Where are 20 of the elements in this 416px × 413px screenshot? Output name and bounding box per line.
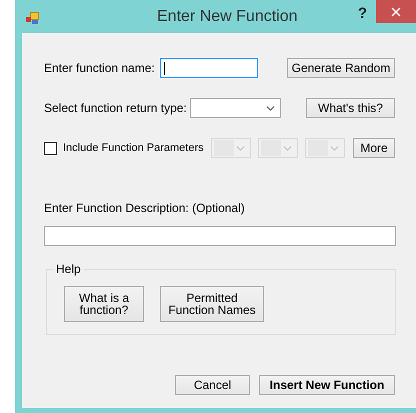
window-title: Enter New Function (157, 9, 298, 25)
checkbox[interactable] (44, 142, 57, 154)
description-field[interactable] (44, 226, 396, 246)
close-button[interactable] (376, 0, 416, 23)
checkbox-label: Include Function Parameters (63, 140, 205, 156)
return-type-dropdown[interactable] (190, 98, 281, 118)
more-button[interactable]: More (353, 138, 395, 158)
group-title: Help (53, 262, 84, 276)
cancel-button[interactable]: Cancel (175, 375, 250, 395)
help-button[interactable]: ? (356, 6, 370, 21)
whats-this-button[interactable]: What's this? (306, 98, 395, 118)
function-name-field[interactable] (160, 58, 258, 78)
app-icon (26, 12, 40, 24)
generate-random-button[interactable]: Generate Random (287, 58, 395, 78)
field-label: Select function return type: (44, 100, 188, 117)
field-label: Enter Function Description: (Optional) (44, 201, 246, 215)
help-button[interactable]: Permitted Function Names (160, 286, 264, 322)
field-label: Enter function name: (44, 60, 156, 77)
insert-function-button[interactable]: Insert New Function (259, 375, 395, 395)
help-button[interactable]: What is a function? (64, 286, 144, 322)
